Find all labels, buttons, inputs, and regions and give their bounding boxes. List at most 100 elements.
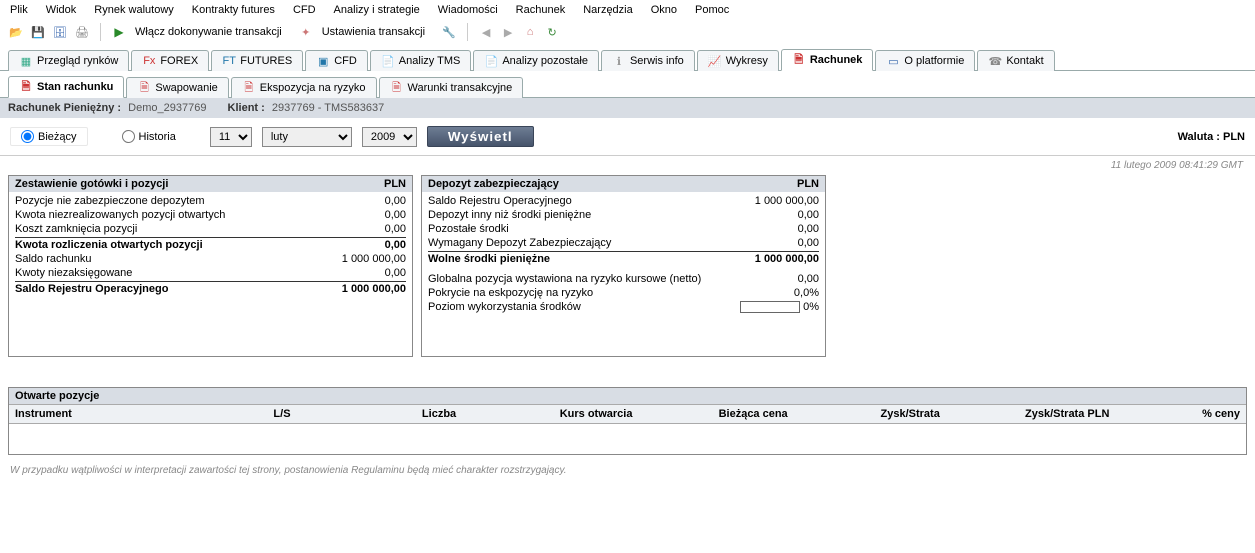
display-button[interactable]: Wyświetl [427,126,534,147]
tab-label: Stan rachunku [37,81,113,93]
account-value: Demo_2937769 [128,102,206,114]
enable-trading-label[interactable]: Włącz dokonywanie transakcji [135,26,282,38]
tab-cfd[interactable]: ▣CFD [305,50,368,71]
cfd-icon: ▣ [316,54,330,68]
row-label: Saldo rachunku [15,253,306,265]
positions-title: Otwarte pozycje [9,388,1246,404]
row: Pokrycie na eskpozycję na ryzyko0,0% [428,286,819,300]
panel-title: Depozyt zabezpieczający [428,178,559,190]
radio-label: Bieżący [38,131,77,143]
open-icon[interactable]: 📂 [8,24,24,40]
col-kurs-otwarcia[interactable]: Kurs otwarcia [518,408,675,420]
menu-narzedzia[interactable]: Narzędzia [583,4,633,16]
tab-przeglad-rynkow[interactable]: ▦Przegląd rynków [8,50,129,71]
day-select[interactable]: 11 [210,127,252,147]
menu-widok[interactable]: Widok [46,4,77,16]
tab-label: Wykresy [726,55,768,67]
menu-plik[interactable]: Plik [10,4,28,16]
col-zysk-strata[interactable]: Zysk/Strata [832,408,989,420]
menu-wiadomosci[interactable]: Wiadomości [438,4,498,16]
subtab-swapowanie[interactable]: 🗎Swapowanie [126,77,228,98]
separator [100,23,101,41]
back-icon[interactable]: ◀ [478,24,494,40]
row-value: 0% [719,301,819,313]
save-icon[interactable]: 💾 [30,24,46,40]
menu-cfd[interactable]: CFD [293,4,316,16]
home-icon[interactable]: ⌂ [522,24,538,40]
row-total: Kwota rozliczenia otwartych pozycji0,00 [15,237,406,252]
col-instrument[interactable]: Instrument [15,408,203,420]
tab-label: Warunki transakcyjne [408,82,513,94]
col-biezaca-cena[interactable]: Bieżąca cena [675,408,832,420]
filter-bar: Bieżący Historia 11 luty 2009 Wyświetl W… [0,118,1255,156]
row: Saldo rachunku1 000 000,00 [15,252,406,266]
disclaimer-text: W przypadku wątpliwości w interpretacji … [0,455,1255,486]
radio-history[interactable]: Historia [112,128,186,145]
markets-icon: ▦ [19,54,33,68]
sub-tab-bar: 🗎Stan rachunku 🗎Swapowanie 🗎Ekspozycja n… [0,71,1255,98]
tab-label: O platformie [904,55,964,67]
play-icon[interactable]: ▶ [111,24,127,40]
forward-icon[interactable]: ▶ [500,24,516,40]
tab-analizy-tms[interactable]: 📄Analizy TMS [370,50,472,71]
account-info-bar: Rachunek Pieniężny : Demo_2937769 Klient… [0,98,1255,118]
row-label: Kwota niezrealizowanych pozycji otwartyc… [15,209,306,221]
tab-label: Analizy TMS [399,55,461,67]
currency-label: Waluta : PLN [1178,131,1245,143]
row-label: Koszt zamknięcia pozycji [15,223,306,235]
tab-futures[interactable]: FTFUTURES [211,50,303,71]
tab-serwis-info[interactable]: ℹSerwis info [601,50,695,71]
panel-currency: PLN [384,178,406,190]
main-tab-bar: ▦Przegląd rynków FxFOREX FTFUTURES ▣CFD … [0,44,1255,71]
row: Wymagany Depozyt Zabezpieczający0,00 [428,236,819,250]
chart-icon: 📈 [708,54,722,68]
tab-wykresy[interactable]: 📈 Wykresy [697,50,779,71]
tab-label: FUTURES [240,55,292,67]
row-value: 0,00 [719,273,819,285]
tab-forex[interactable]: FxFOREX [131,50,209,71]
menu-pomoc[interactable]: Pomoc [695,4,729,16]
row-value: 0,00 [306,239,406,251]
row-total: Saldo Rejestru Operacyjnego1 000 000,00 [15,281,406,296]
row-value: 0,00 [306,267,406,279]
month-select[interactable]: luty [262,127,352,147]
tab-kontakt[interactable]: ☎Kontakt [977,50,1054,71]
tab-o-platformie[interactable]: ▭O platformie [875,50,975,71]
wand-icon[interactable]: ✦ [298,24,314,40]
trade-settings-label[interactable]: Ustawienia transakcji [322,26,425,38]
radio-label: Historia [139,131,176,143]
radio-current-input[interactable] [21,130,34,143]
tab-rachunek[interactable]: 🗎 Rachunek [781,49,874,71]
subtab-stan-rachunku[interactable]: 🗎Stan rachunku [8,76,124,98]
account-icon: 🗎 [792,53,806,67]
col-liczba[interactable]: Liczba [361,408,518,420]
refresh-icon[interactable]: ↻ [544,24,560,40]
col-zysk-strata-pln[interactable]: Zysk/Strata PLN [989,408,1146,420]
menu-okno[interactable]: Okno [651,4,677,16]
year-select[interactable]: 2009 [362,127,417,147]
row: Saldo Rejestru Operacyjnego1 000 000,00 [428,194,819,208]
subtab-ekspozycja[interactable]: 🗎Ekspozycja na ryzyko [231,77,377,98]
menu-analizy[interactable]: Analizy i strategie [334,4,420,16]
row-value: 0,00 [306,209,406,221]
account-label: Rachunek Pieniężny : [8,102,121,114]
row-label: Wymagany Depozyt Zabezpieczający [428,237,719,249]
radio-current[interactable]: Bieżący [10,127,88,146]
col-ls[interactable]: L/S [203,408,360,420]
print-icon[interactable]: 🖨 [74,24,90,40]
tab-analizy-pozostale[interactable]: 📄Analizy pozostałe [473,50,599,71]
panel-title: Zestawienie gotówki i pozycji [15,178,168,190]
row-value: 1 000 000,00 [719,253,819,265]
menu-rynek-walutowy[interactable]: Rynek walutowy [94,4,173,16]
menu-kontrakty-futures[interactable]: Kontrakty futures [192,4,275,16]
radio-history-input[interactable] [122,130,135,143]
tab-label: Rachunek [810,54,863,66]
menu-rachunek[interactable]: Rachunek [516,4,566,16]
row: Kwoty niezaksięgowane0,00 [15,266,406,280]
col-procent-ceny[interactable]: % ceny [1146,408,1240,420]
save-all-icon[interactable]: 🗄 [52,24,68,40]
positions-body [9,424,1246,454]
panel-body: Saldo Rejestru Operacyjnego1 000 000,00 … [422,192,825,324]
subtab-warunki[interactable]: 🗎Warunki transakcyjne [379,77,524,98]
wrench-icon[interactable]: 🔧 [441,24,457,40]
